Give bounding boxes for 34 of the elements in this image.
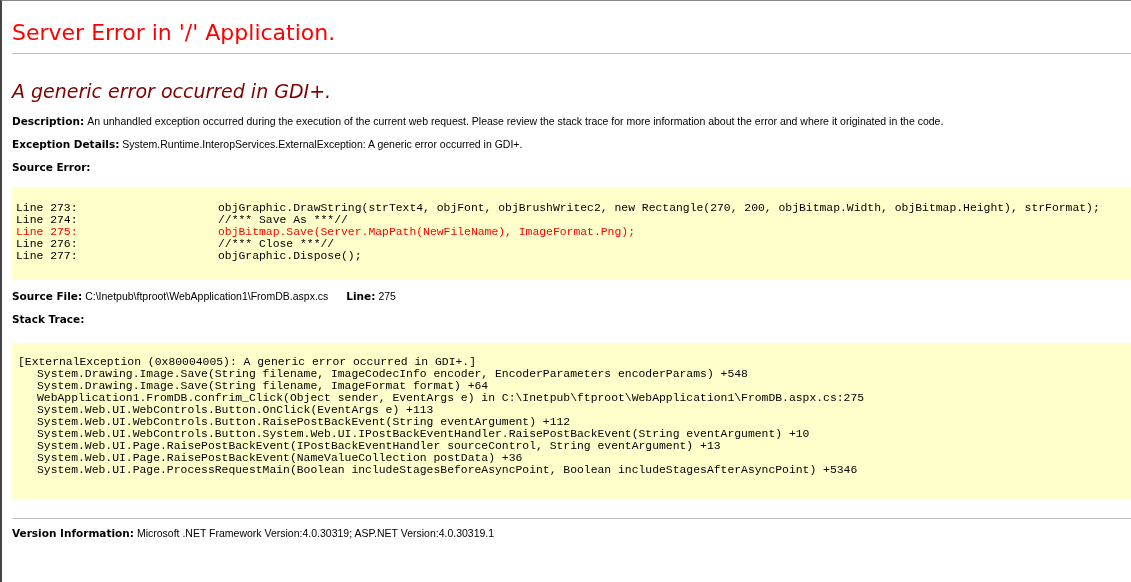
field-label: Description: xyxy=(12,115,85,127)
line-number: Line 277: xyxy=(16,250,79,262)
description-text: An unhandled exception occurred during the execution of the current web request. Please review the stack trace for more information about the error and where it originated in the code. xyxy=(87,115,944,127)
line-number: Line 274: xyxy=(16,214,79,226)
code-line: objGraphic.DrawString(strText4, objFont, objBrushWritec2, new Rectangle(270, 200, objBitmap.Width, objBitmap.Height), strFormat); xyxy=(218,202,1100,214)
exception-header: [ExternalException (0x80004005): A generic error occurred in GDI+.] xyxy=(18,356,477,368)
stack-frame: System.Web.UI.WebControls.Button.RaisePostBackEvent(String eventArgument) +112 xyxy=(18,416,1131,428)
line-number: Line 273: xyxy=(16,202,79,214)
stack-frame: System.Drawing.Image.Save(String filename, ImageCodecInfo encoder, EncoderParameters encoderParams) +548 xyxy=(18,368,1131,380)
field-label: Version Information: xyxy=(12,527,134,539)
exception-text: System.Runtime.InteropServices.ExternalException: A generic error occurred in GDI+. xyxy=(122,138,523,150)
line-value: 275 xyxy=(378,290,396,302)
section-heading: Stack Trace: xyxy=(12,313,85,325)
field-label: Source File: xyxy=(12,290,83,302)
line-number: Line 275: xyxy=(16,226,79,238)
stack-frame: WebApplication1.FromDB.confrim_Click(Object sender, EventArgs e) in C:\Inetpub\ftproot\WebApplication1\FromDB.aspx.cs:275 xyxy=(18,392,1131,404)
section-heading: Source Error: xyxy=(12,161,91,173)
field-label: Line: xyxy=(346,290,376,302)
page-title: Server Error in '/' Application. xyxy=(11,19,337,47)
code-line: //*** Close ***// xyxy=(218,238,335,250)
code-line: objBitmap.Save(Server.MapPath(NewFileName), ImageFormat.Png); xyxy=(218,226,635,238)
stack-frame: System.Web.UI.Page.RaisePostBackEvent(NameValueCollection postData) +36 xyxy=(18,452,1131,464)
stack-frame: System.Web.UI.WebControls.Button.OnClick(EventArgs e) +113 xyxy=(18,404,1131,416)
stack-frame: System.Web.UI.Page.ProcessRequestMain(Boolean includeStagesBeforeAsyncPoint, Boolean includeStagesAfterAsyncPoint) +5346 xyxy=(18,464,1131,476)
stack-frame: System.Web.UI.WebControls.Button.System.Web.UI.IPostBackEventHandler.RaisePostBackEvent(String eventArgument) +10 xyxy=(18,428,1131,440)
error-message: A generic error occurred in GDI+. xyxy=(10,79,333,104)
code-line: objGraphic.Dispose(); xyxy=(218,250,362,262)
file-path: C:\Inetpub\ftproot\WebApplication1\FromDB.aspx.cs xyxy=(85,290,329,302)
stack-frame: System.Drawing.Image.Save(String filename, ImageFormat format) +64 xyxy=(18,380,1131,392)
line-number: Line 276: xyxy=(16,238,79,250)
field-label: Exception Details: xyxy=(12,138,120,150)
stack-frame: System.Web.UI.Page.RaisePostBackEvent(IPostBackEventHandler sourceControl, String eventArgument) +13 xyxy=(18,440,1131,452)
code-line: //*** Save As ***// xyxy=(218,214,348,226)
version-text: Microsoft .NET Framework Version:4.0.30319; ASP.NET Version:4.0.30319.1 xyxy=(136,527,495,539)
